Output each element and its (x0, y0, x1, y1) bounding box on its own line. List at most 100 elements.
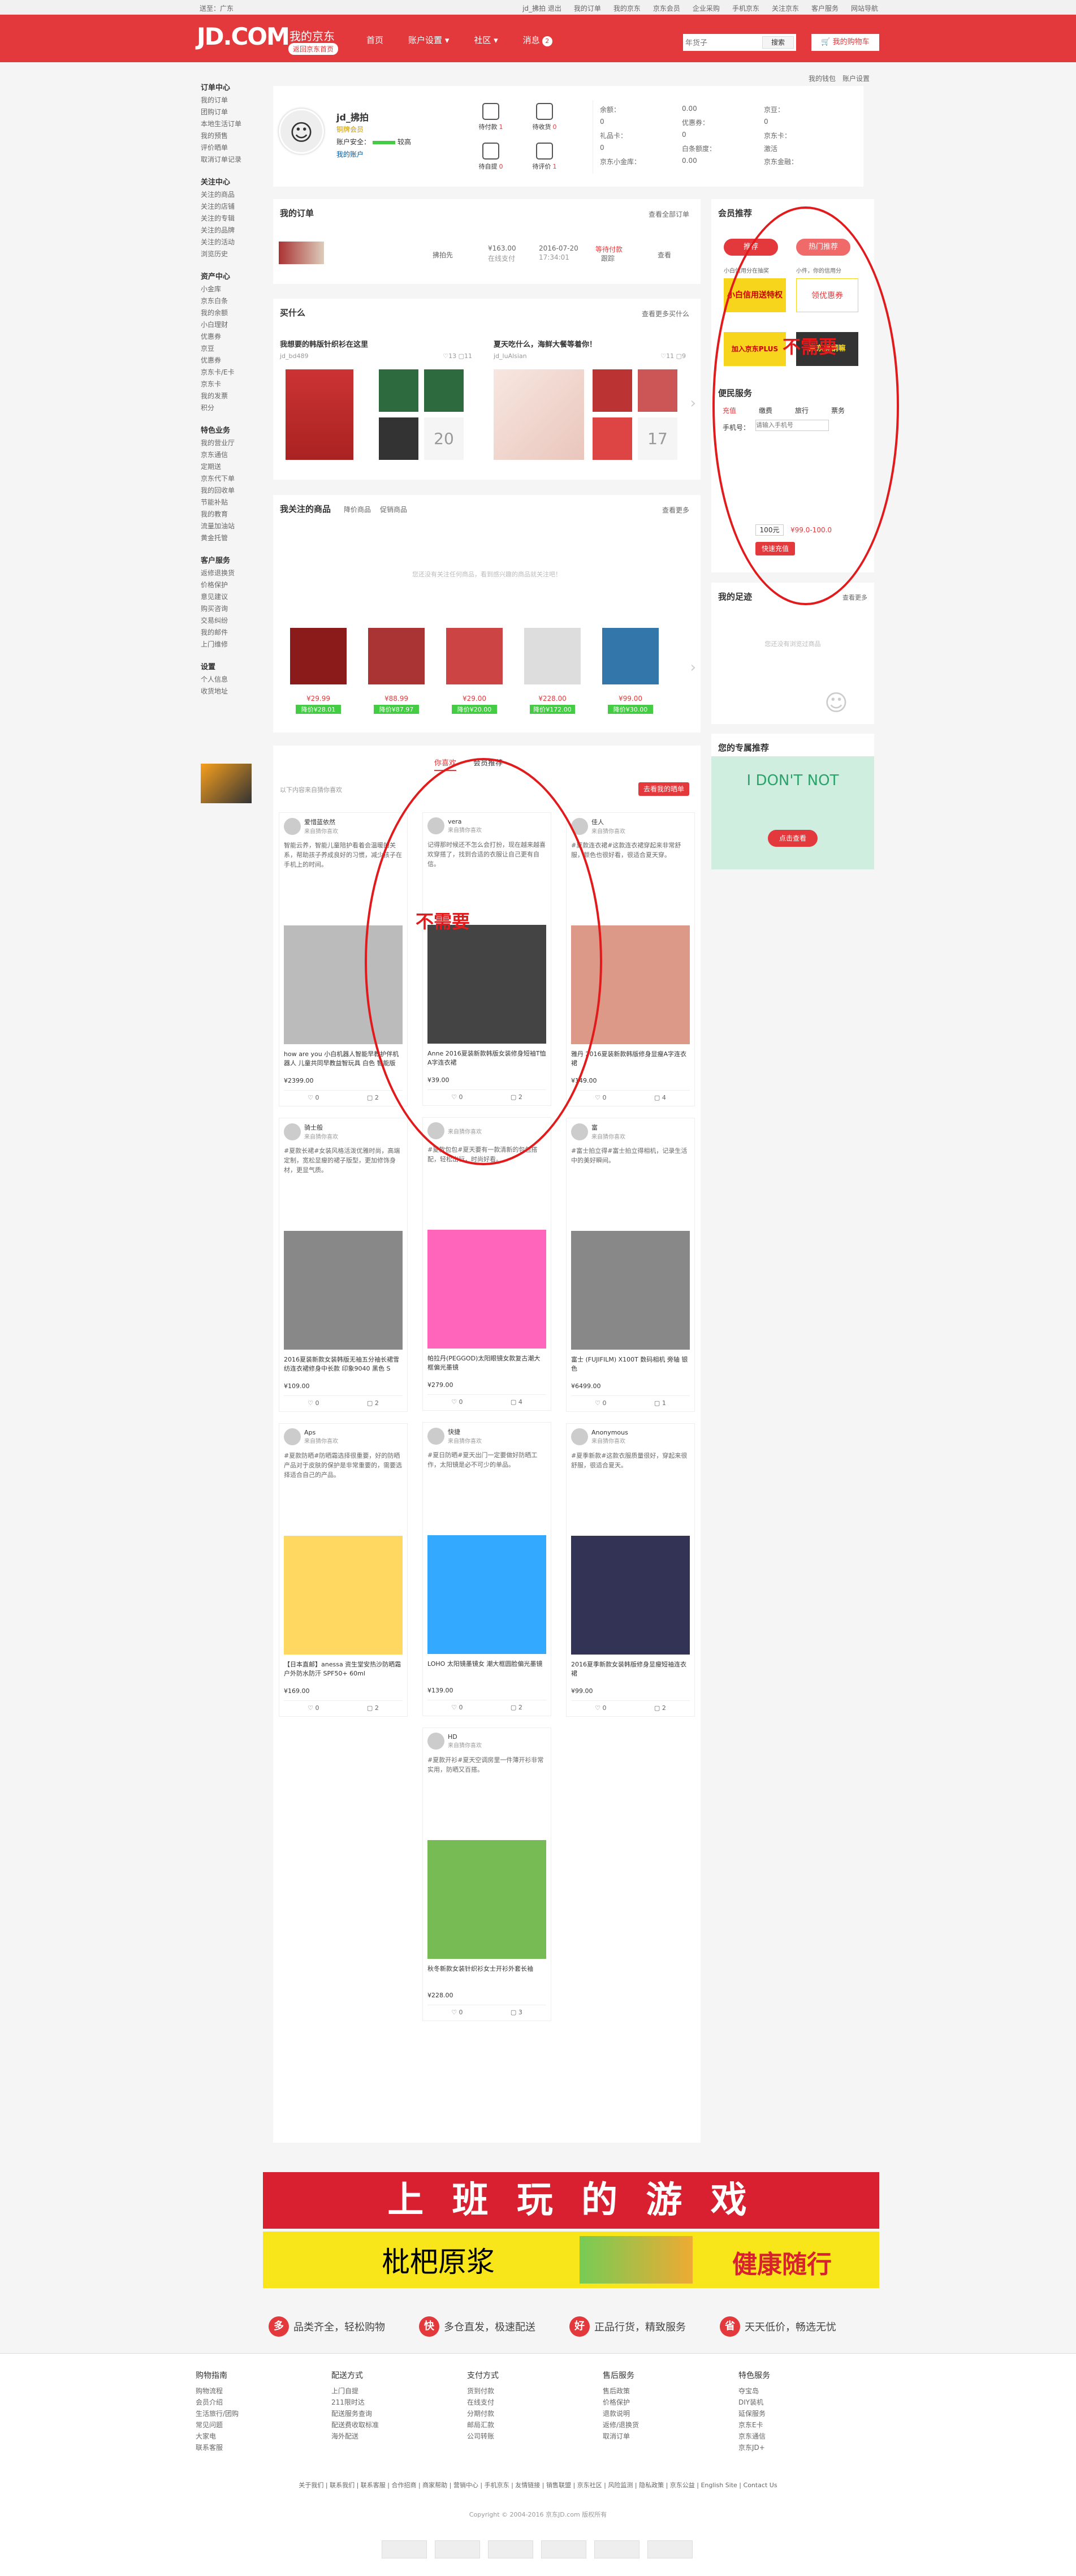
sidebar-item[interactable]: 流量加油站 (201, 520, 263, 532)
sidebar-item[interactable]: 上门维修 (201, 639, 263, 651)
order-status-item[interactable]: 待收货 0 (522, 103, 567, 137)
feed-post[interactable]: Aps 来自猜你喜欢 #夏款防晒#防晒霜选择很重要，好的防晒产品对于皮肤的保护是非常… (279, 1423, 408, 1717)
like-button[interactable]: ♡ 0 (451, 1398, 463, 1406)
footer-link[interactable]: 取消订单 (603, 2431, 738, 2442)
sidebar-item[interactable]: 我的订单 (201, 94, 263, 106)
sidebar-item[interactable]: 交易纠纷 (201, 615, 263, 627)
nav-account[interactable]: 账户设置 ▾ (408, 34, 449, 46)
buy-item[interactable]: 夏天吃什么，海鲜大餐等着你！ jd_luAlsian ♡11 ▢9 17 (494, 338, 686, 474)
member-promo-plus[interactable]: 加入京东PLUS (724, 332, 786, 366)
asset-item[interactable]: 京东卡： (764, 131, 846, 140)
footer-link[interactable]: 海外配送 (331, 2431, 467, 2442)
tab-member-rec[interactable]: 会员推荐 (473, 757, 503, 771)
asset-item[interactable]: 激活 (764, 144, 846, 153)
footer-link[interactable]: 配送服务查询 (331, 2408, 467, 2419)
feed-post[interactable]: Anonymous 来自猜你喜欢 #夏季新款#这款衣服质量很好，穿起来很舒服，很适合… (566, 1423, 695, 1717)
nav-home[interactable]: 首页 (366, 34, 383, 46)
sidebar-item[interactable]: 取消订单记录 (201, 154, 263, 166)
follow-product[interactable]: ¥29.99 降价¥28.01 (287, 628, 349, 724)
asset-item[interactable]: 优惠券： (682, 118, 764, 127)
sidebar-item[interactable]: 本地生活订单 (201, 118, 263, 130)
search-input[interactable] (685, 36, 759, 49)
my-jd-link[interactable]: 我的京东 (613, 3, 641, 13)
badge-icon[interactable] (594, 2540, 639, 2558)
tab-price-drop[interactable]: 降价商品 (344, 505, 371, 514)
follow-product[interactable]: ¥29.00 降价¥20.00 (443, 628, 505, 724)
avatar[interactable] (284, 1428, 301, 1445)
buy-more-link[interactable]: 查看更多买什么 (642, 309, 689, 318)
phone-input[interactable] (755, 420, 829, 431)
my-account-link[interactable]: 我的账户 (336, 149, 364, 159)
sidebar-item[interactable]: 我的邮件 (201, 627, 263, 639)
tab-travel[interactable]: 旅行 (795, 406, 809, 415)
avatar[interactable] (427, 1427, 444, 1445)
sidebar-item[interactable]: 返修退换货 (201, 567, 263, 579)
order-status-item[interactable]: 待付款 1 (468, 103, 513, 137)
comment-button[interactable]: ▢ 2 (367, 1704, 379, 1712)
follow-product[interactable]: ¥88.99 降价¥87.97 (365, 628, 427, 724)
feed-post[interactable]: 来自猜你喜欢 #夏款包包#夏天要有一款清新的包包搭配，轻松出行，时尚好看。 帕拉丹(… (422, 1117, 551, 1411)
sidebar-item[interactable]: 黄金托管 (201, 532, 263, 544)
all-orders-link[interactable]: 查看全部订单 (649, 209, 689, 219)
like-button[interactable]: ♡ 0 (595, 1399, 606, 1407)
avatar[interactable]: ☺ (279, 109, 324, 154)
avatar[interactable] (284, 817, 301, 835)
nav-community[interactable]: 社区 ▾ (474, 34, 498, 46)
footer-link[interactable]: 返修/退换货 (603, 2419, 738, 2431)
footer-link[interactable]: 生活旅行/团购 (196, 2408, 331, 2419)
footer-link[interactable]: 分期付款 (467, 2408, 603, 2419)
footer-link[interactable]: 货到付款 (467, 2385, 603, 2397)
like-button[interactable]: ♡ 0 (451, 1704, 463, 1711)
sidebar-item[interactable]: 我的预售 (201, 130, 263, 142)
comment-button[interactable]: ▢ 2 (511, 1093, 522, 1101)
sidebar-item[interactable]: 定期送 (201, 461, 263, 473)
footer-link[interactable]: 联系客服 (196, 2442, 331, 2453)
footprint-more[interactable]: 查看更多 (842, 593, 867, 602)
avatar[interactable] (571, 1123, 588, 1140)
sidebar-item[interactable]: 京东白条 (201, 295, 263, 307)
comment-button[interactable]: ▢ 2 (654, 1704, 666, 1712)
sidebar-item[interactable]: 评价晒单 (201, 142, 263, 154)
feed-post[interactable]: 快捷 来自猜你喜欢 #夏日防晒#夏天出门一定要做好防晒工作，太阳镜是必不可少的单品。… (422, 1422, 551, 1716)
cart-button[interactable]: 🛒 我的购物车 (811, 34, 879, 51)
buy-item[interactable]: 我想要的韩版针织衫在这里 jd_bd489 ♡13 ▢11 20 (280, 338, 472, 474)
enterprise-link[interactable]: 企业采购 (693, 3, 720, 13)
sidebar-item[interactable]: 优惠券 (201, 355, 263, 367)
sidebar-item[interactable]: 关注的活动 (201, 236, 263, 248)
amount-select[interactable]: 100元 (755, 524, 784, 536)
sidebar-item[interactable]: 个人信息 (201, 674, 263, 686)
mobile-link[interactable]: 手机京东 (732, 3, 759, 13)
feed-post[interactable]: 骑士般 来自猜你喜欢 #夏款长裙#女装风格活泼优雅时尚，高端定制，宽松显瘦的裙子版型… (279, 1118, 408, 1412)
member-link[interactable]: 京东会员 (653, 3, 680, 13)
location-selector[interactable]: 送至：广东 (200, 3, 234, 13)
asset-item[interactable]: 0.00 (682, 105, 764, 114)
my-orders-link[interactable]: 我的订单 (574, 3, 601, 13)
sidebar-item[interactable]: 关注的品牌 (201, 225, 263, 236)
footer-link[interactable]: 价格保护 (603, 2397, 738, 2408)
asset-item[interactable]: 0.00 (682, 157, 764, 166)
like-button[interactable]: ♡ 0 (308, 1094, 319, 1101)
tab-promo[interactable]: 促销商品 (380, 505, 407, 514)
jd-logo[interactable]: JD.COM (197, 23, 290, 50)
footer-link[interactable]: 在线支付 (467, 2397, 603, 2408)
wallet-link[interactable]: 我的钱包 (809, 74, 836, 83)
avatar[interactable] (427, 1122, 444, 1139)
sidebar-item[interactable]: 浏览历史 (201, 248, 263, 260)
footer-link[interactable]: 京东通信 (738, 2431, 874, 2442)
order-thumb[interactable] (279, 242, 324, 264)
avatar[interactable] (571, 1428, 588, 1445)
sidebar-item[interactable]: 京豆 (201, 343, 263, 355)
sidebar-item[interactable]: 京东卡 (201, 378, 263, 390)
sidebar-item[interactable]: 小金库 (201, 283, 263, 295)
sidebar-item[interactable]: 关注的店铺 (201, 201, 263, 213)
sidebar-item[interactable]: 我的营业厅 (201, 437, 263, 449)
feed-post[interactable]: HD 来自猜你喜欢 #夏款开衫#夏天空调房里一件薄开衫非常实用，防晒又百搭。 秋冬新款… (422, 1728, 551, 2021)
follow-more-link[interactable]: 查看更多 (662, 505, 689, 515)
sidebar-item[interactable]: 收货地址 (201, 686, 263, 697)
footer-link[interactable]: 售后政策 (603, 2385, 738, 2397)
sidebar-item[interactable]: 节能补贴 (201, 497, 263, 509)
sidebar-item[interactable]: 关注的商品 (201, 189, 263, 201)
order-status-item[interactable]: 待自提 0 (468, 143, 513, 176)
tab-ticket[interactable]: 票务 (831, 406, 845, 415)
back-home-link[interactable]: 返回京东首页 (288, 43, 339, 55)
